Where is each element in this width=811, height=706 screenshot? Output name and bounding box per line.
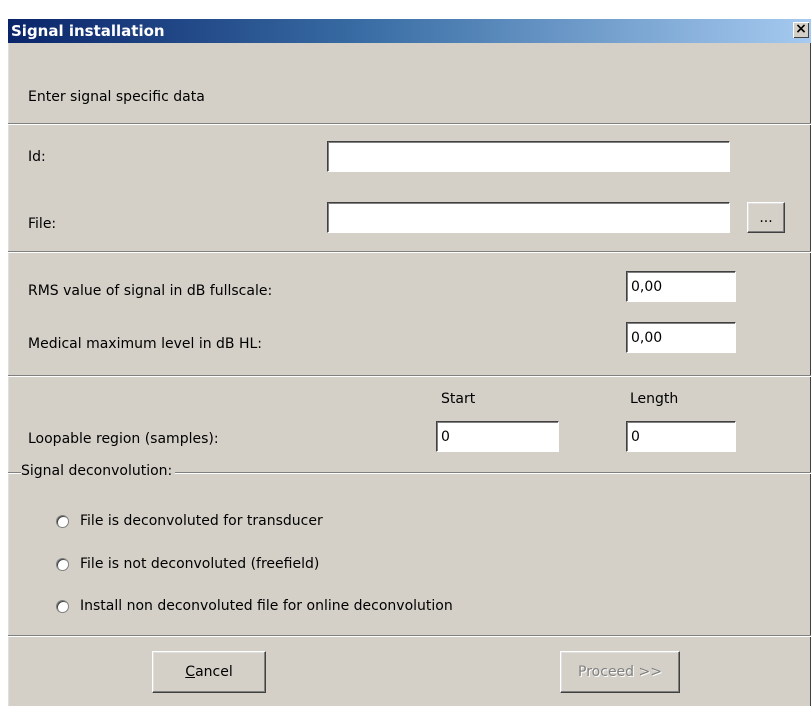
loop-region-label: Loopable region (samples): [28,431,219,447]
separator [8,251,811,253]
signal-installation-dialog: Signal installation × Enter signal speci… [8,19,811,706]
length-column-header: Length [630,391,679,407]
proceed-button[interactable]: Proceed >> [560,651,680,693]
separator [8,375,811,377]
start-column-header: Start [441,391,476,407]
radio-label: Install non deconvoluted file for online… [80,598,453,614]
radio-button[interactable] [56,599,69,613]
radio-label: File is not deconvoluted (freefield) [80,556,320,572]
title-bar[interactable]: Signal installation × [8,19,811,43]
medical-level-input[interactable]: 0,00 [626,322,736,353]
separator [8,123,811,125]
medical-level-label: Medical maximum level in dB HL: [28,336,263,352]
radio-not-deconvoluted[interactable]: File is not deconvoluted (freefield) [56,556,319,572]
id-label: Id: [28,149,46,165]
rms-input[interactable]: 0,00 [626,271,736,302]
file-input[interactable] [327,202,730,233]
deconvolution-group-title: Signal deconvolution: [21,463,176,479]
file-label: File: [28,216,57,232]
radio-label: File is deconvoluted for transducer [80,513,323,529]
separator [8,635,811,637]
close-button[interactable]: × [793,22,809,38]
loop-length-input[interactable]: 0 [626,421,736,452]
browse-button[interactable]: ... [747,202,785,233]
cancel-button-label: Cancel [185,664,233,680]
radio-deconvoluted-transducer[interactable]: File is deconvoluted for transducer [56,513,323,529]
loop-start-input[interactable]: 0 [436,421,559,452]
id-input[interactable] [327,141,730,172]
radio-button[interactable] [56,557,69,571]
radio-online-deconvolution[interactable]: Install non deconvoluted file for online… [56,598,453,614]
rms-label: RMS value of signal in dB fullscale: [28,283,273,299]
window-title: Signal installation [11,22,165,40]
cancel-button[interactable]: Cancel [152,651,266,693]
radio-button[interactable] [56,514,69,528]
intro-text: Enter signal specific data [28,89,205,105]
